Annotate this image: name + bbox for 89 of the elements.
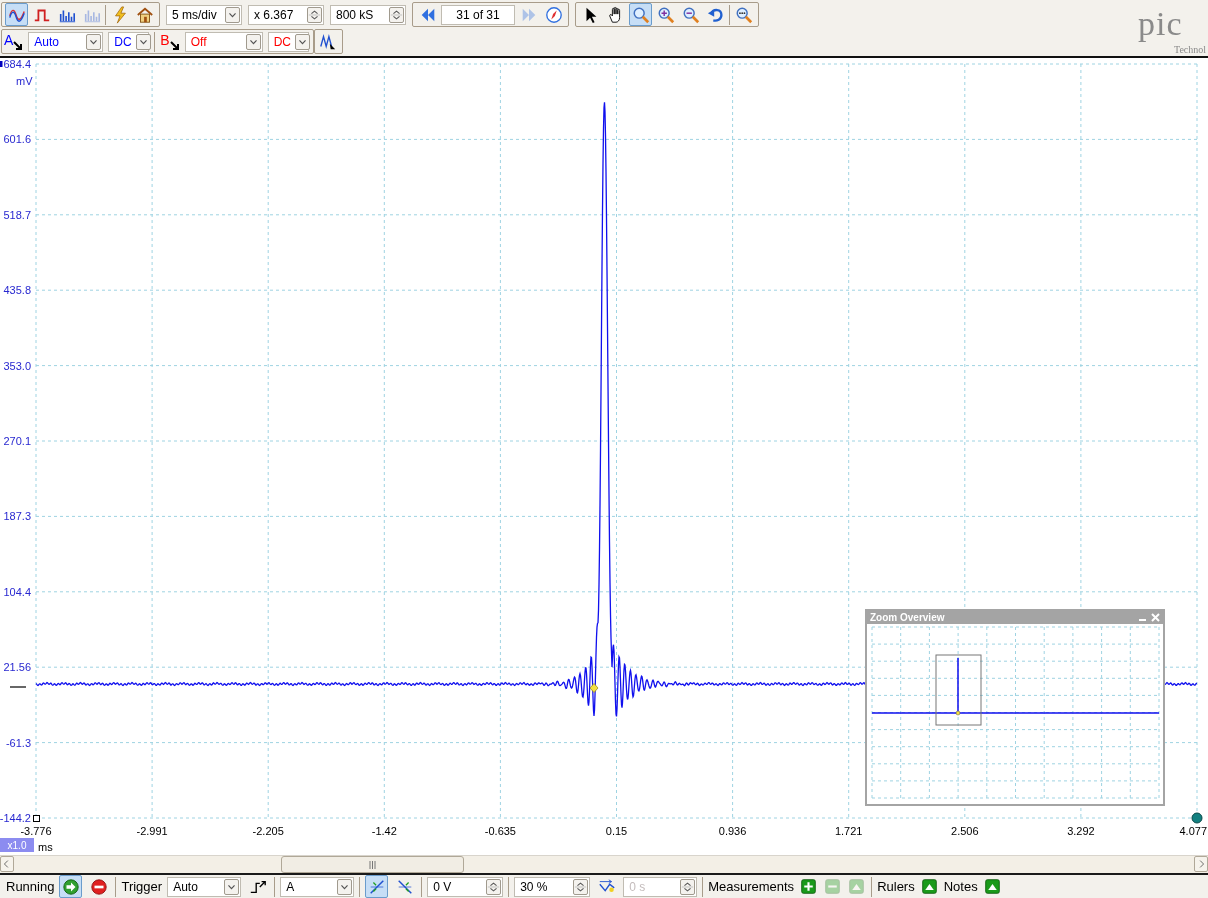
scrollbar-thumb[interactable] bbox=[281, 856, 464, 873]
trigger-source-dropdown[interactable]: A bbox=[280, 876, 355, 897]
zoom-out-icon bbox=[681, 5, 700, 24]
channel-marker-icon bbox=[0, 61, 3, 67]
zoom-factor-field[interactable]: x 6.367 bbox=[248, 4, 324, 25]
home-icon bbox=[135, 5, 154, 24]
pre-trigger-field[interactable]: 30 % bbox=[514, 876, 591, 897]
grip-icon bbox=[369, 860, 376, 869]
x-axis-label: -2.991 bbox=[136, 825, 168, 837]
rising-edge-icon bbox=[367, 877, 386, 896]
channel-options-button[interactable]: B bbox=[160, 31, 180, 52]
spin-arrows-icon bbox=[307, 6, 322, 23]
magnifier-icon bbox=[734, 5, 753, 24]
run-button[interactable] bbox=[59, 875, 83, 898]
caret-icon bbox=[224, 878, 240, 895]
arrow-icon bbox=[13, 40, 24, 51]
y-axis-label: 435.8 bbox=[3, 284, 31, 297]
y-axis-label: 353.0 bbox=[3, 359, 31, 372]
rising-edge-button[interactable] bbox=[365, 875, 389, 898]
wave-icon bbox=[319, 32, 338, 51]
caret-icon bbox=[135, 33, 151, 50]
y-axis-label: 270.1 bbox=[3, 435, 31, 447]
scope-view-button[interactable] bbox=[5, 3, 28, 26]
x-axis-label: 2.506 bbox=[951, 825, 979, 837]
x-axis-label: 1.721 bbox=[834, 825, 863, 837]
ruler-handle[interactable] bbox=[1191, 812, 1203, 824]
y-axis-label: 684.4 bbox=[3, 58, 31, 70]
play-icon bbox=[61, 877, 80, 896]
range-dropdown[interactable]: Auto bbox=[28, 31, 104, 52]
y-axis-label: 21.56 bbox=[3, 661, 31, 674]
x-axis-label: -2.205 bbox=[252, 825, 284, 837]
rulers-button[interactable] bbox=[919, 877, 939, 896]
trigger-point-marker bbox=[955, 710, 961, 716]
magnifier-icon bbox=[631, 5, 650, 24]
x-axis-label: -3.776 bbox=[20, 825, 52, 837]
sample-count-field[interactable]: 800 kS bbox=[330, 4, 406, 25]
trigger-point-marker bbox=[589, 683, 599, 693]
y-axis-label: 601.6 bbox=[3, 133, 31, 146]
trigger-label: Trigger bbox=[121, 879, 163, 894]
y-axis-label: -61.3 bbox=[5, 736, 31, 749]
zoom-tool-button[interactable] bbox=[629, 3, 652, 26]
caret-icon bbox=[225, 6, 240, 23]
x-axis-unit: ms bbox=[38, 841, 53, 853]
notes-label: Notes bbox=[943, 879, 978, 894]
x-axis-label: 4.077 bbox=[1179, 825, 1207, 837]
zoom-in-icon bbox=[656, 5, 675, 24]
measurements-label: Measurements bbox=[708, 879, 795, 894]
arrow-icon bbox=[169, 40, 180, 51]
x-axis-label: -0.635 bbox=[484, 825, 516, 837]
caret-icon bbox=[86, 33, 102, 50]
caret-icon bbox=[295, 33, 311, 50]
zoom-region-box[interactable] bbox=[935, 654, 982, 726]
x-axis-label: 0.15 bbox=[605, 825, 628, 837]
spin-arrows-icon bbox=[680, 878, 696, 895]
logo-text: pic bbox=[1138, 4, 1183, 44]
channel-options-button[interactable]: A bbox=[4, 31, 24, 52]
status-label: Running bbox=[6, 879, 55, 894]
x-axis-label: 0.936 bbox=[718, 825, 747, 837]
y-axis-unit: mV bbox=[16, 75, 33, 87]
axis-origin-marker bbox=[33, 815, 40, 822]
notes-button[interactable] bbox=[982, 877, 1002, 896]
trigger-mode-dropdown[interactable]: Auto bbox=[167, 876, 242, 897]
threshold-field[interactable]: 0 V bbox=[427, 876, 504, 897]
caret-icon bbox=[337, 878, 353, 895]
y-axis-label: -144.2 bbox=[0, 812, 31, 824]
timebase-dropdown[interactable]: 5 ms/div bbox=[166, 4, 242, 25]
coupling-dropdown[interactable]: DC bbox=[108, 31, 150, 52]
range-dropdown[interactable]: Off bbox=[184, 31, 263, 52]
plus-icon bbox=[800, 878, 818, 895]
compass-icon bbox=[544, 5, 563, 24]
rulers-label: Rulers bbox=[877, 879, 915, 894]
spin-arrows-icon bbox=[389, 6, 404, 23]
stop-icon bbox=[89, 877, 108, 896]
spin-arrows-icon bbox=[486, 878, 502, 895]
caret-icon bbox=[245, 33, 261, 50]
y-axis-label: 187.3 bbox=[3, 510, 31, 523]
add-measurement-button[interactable] bbox=[799, 877, 819, 896]
x-axis-label: 3.292 bbox=[1067, 825, 1095, 837]
logo-subtitle: Technol bbox=[1174, 44, 1207, 56]
y-axis-label: 518.7 bbox=[3, 208, 31, 221]
y-axis-label: 104.4 bbox=[3, 585, 31, 598]
trigger-level-marker bbox=[9, 686, 27, 688]
falling-edge-icon bbox=[395, 877, 414, 896]
x-axis-label: -1.42 bbox=[371, 825, 397, 837]
close-icon[interactable] bbox=[1151, 613, 1160, 622]
panel-title: Zoom Overview bbox=[870, 612, 946, 623]
buffer-field[interactable]: 31 of 31 bbox=[441, 4, 515, 25]
minus-icon bbox=[824, 878, 842, 895]
spin-arrows-icon bbox=[573, 878, 589, 895]
